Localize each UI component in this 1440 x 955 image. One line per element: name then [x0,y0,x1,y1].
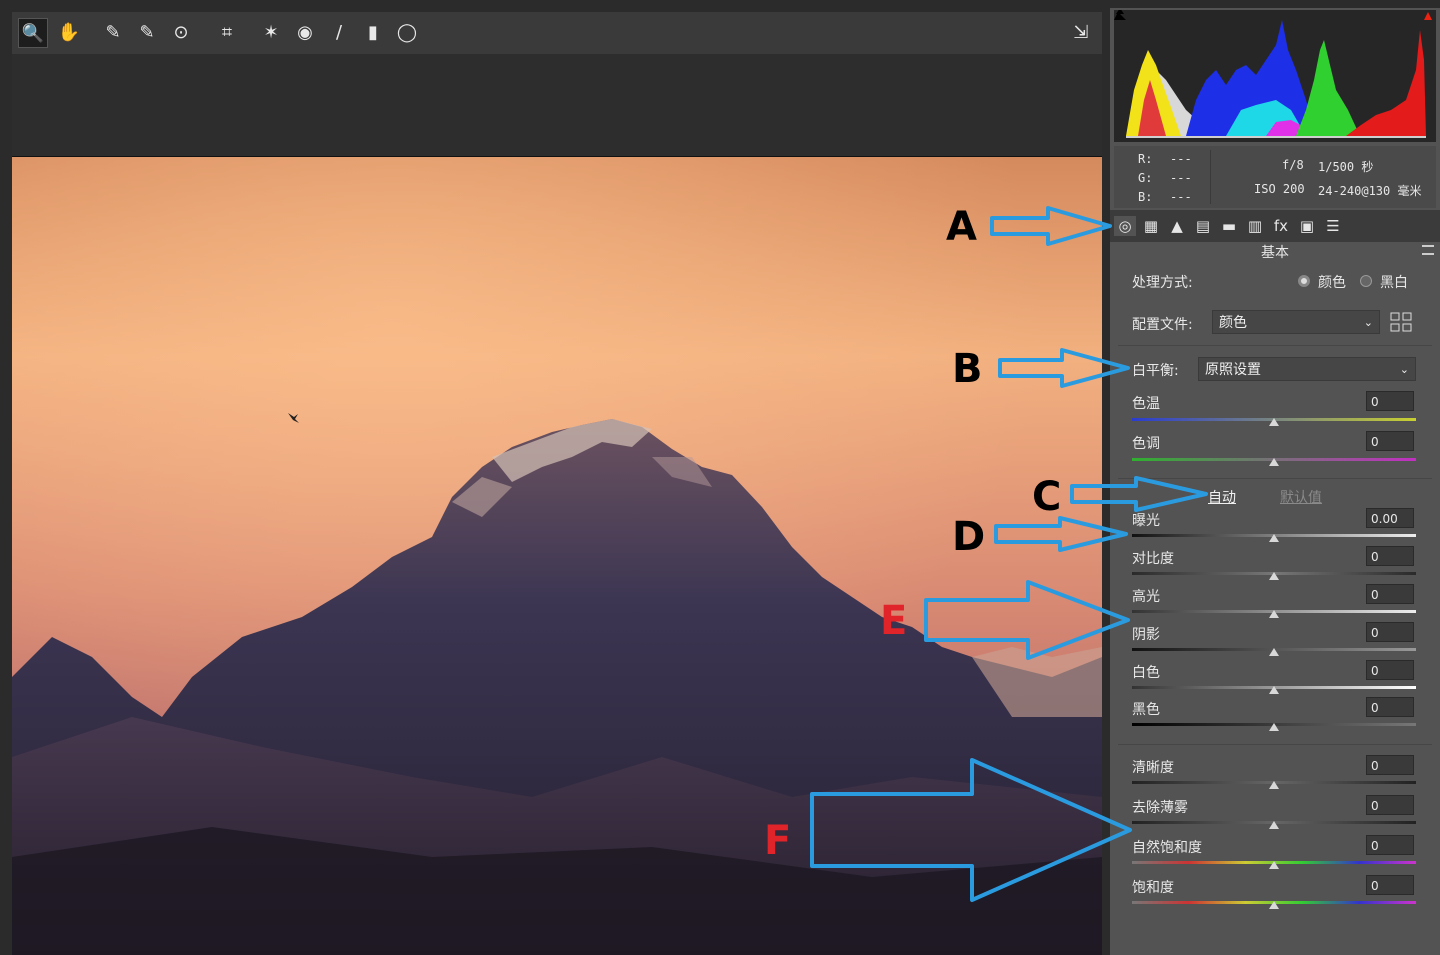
arrow-c [1070,476,1208,512]
arrow-e [924,580,1130,660]
arrow-b [998,348,1130,388]
annotation-arrows [810,206,1208,902]
arrow-a [990,206,1112,246]
arrow-d [994,516,1128,552]
arrow-f [810,758,1132,902]
